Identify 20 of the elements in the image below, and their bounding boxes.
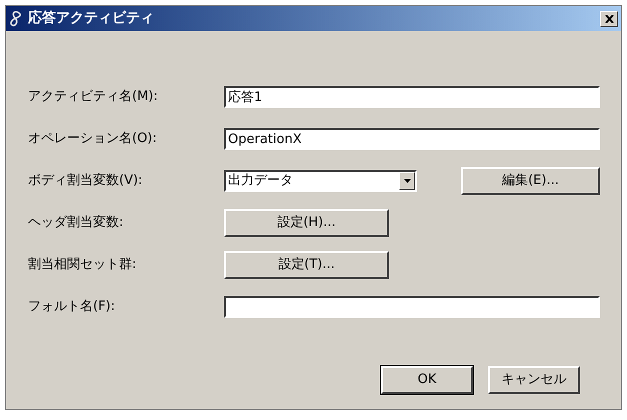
- field-label: ヘッダ割当変数:: [28, 214, 124, 232]
- field-label: フォルト名(F):: [28, 298, 116, 316]
- close-button[interactable]: [600, 10, 618, 26]
- text-field[interactable]: 応答1: [224, 86, 600, 108]
- settings-button[interactable]: 設定(H)...: [224, 209, 389, 237]
- close-icon: [604, 14, 614, 22]
- dropdown-field[interactable]: 出力データ: [224, 170, 417, 192]
- dropdown-arrow-icon: [404, 179, 410, 183]
- app-icon: [9, 10, 23, 28]
- cancel-button[interactable]: キャンセル: [488, 366, 580, 394]
- text-field[interactable]: [224, 296, 600, 318]
- ok-button[interactable]: OK: [381, 366, 473, 394]
- field-label: 割当相関セット群:: [28, 256, 138, 274]
- window-title: 応答アクティビティ: [28, 8, 154, 28]
- field-label: アクティビティ名(M):: [28, 88, 159, 106]
- field-label: ボディ割当変数(V):: [28, 172, 144, 190]
- field-label: オペレーション名(O):: [28, 130, 158, 148]
- edit-button[interactable]: 編集(E)...: [461, 167, 600, 195]
- settings-button[interactable]: 設定(T)...: [224, 251, 389, 279]
- text-field[interactable]: OperationX: [224, 128, 600, 150]
